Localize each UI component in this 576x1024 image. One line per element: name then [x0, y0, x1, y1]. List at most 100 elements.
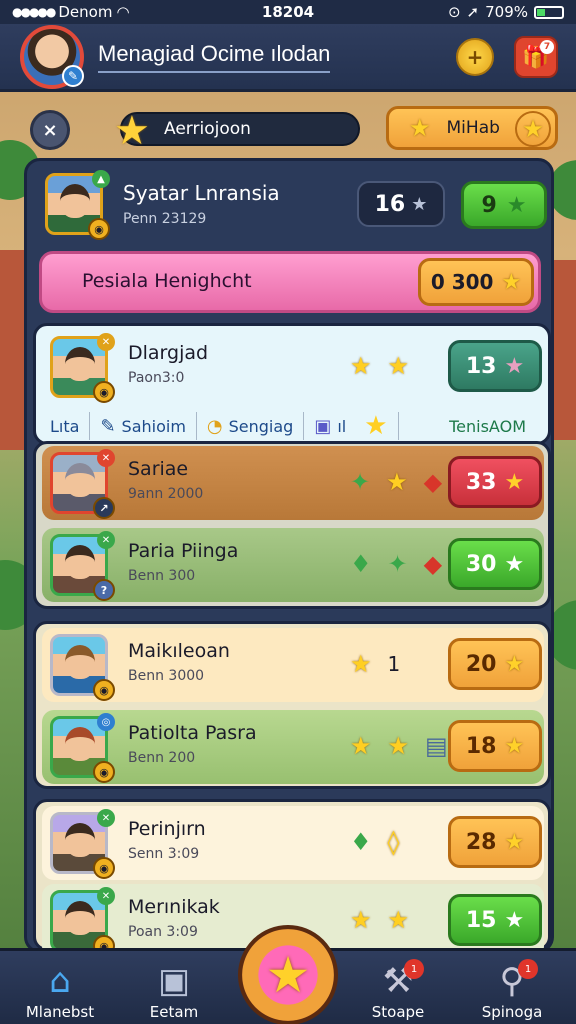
- row-score-value: 28: [465, 829, 497, 855]
- row-score-value: 33: [465, 469, 497, 495]
- row-icons: ♦ ✦ ◆: [350, 550, 442, 578]
- tab-sengiag[interactable]: ◔ Sengiag: [197, 412, 305, 440]
- nav-home[interactable]: ⌂ Mlanebst: [10, 959, 110, 1021]
- nav-badge: 1: [518, 959, 538, 979]
- row-sub: 9ann 2000: [128, 486, 204, 502]
- star-icon: ★: [409, 114, 431, 142]
- row-sub: Benn 300: [128, 568, 196, 584]
- tab-label: TenisAOM: [449, 416, 526, 436]
- home-icon: ⌂: [49, 961, 71, 1001]
- star-icon: ★: [504, 469, 525, 495]
- banner-reward-value: 0 300: [430, 270, 494, 294]
- row-icons: ✦ ★ ◆: [350, 468, 442, 496]
- status-bar: ●●●●● Denom ◠ 18204 ⊙ ➚ 709%: [0, 0, 576, 24]
- tab-sahioim[interactable]: ✎ Sahioim: [90, 412, 197, 440]
- tab-label: ıl: [337, 416, 347, 436]
- list-item[interactable]: ◎ ◉ Patiolta Pasra Benn 200 ★ ★ ▤ 18 ★: [42, 710, 544, 784]
- nav-search[interactable]: ⚲ 1 Spinoga: [462, 959, 562, 1021]
- center-star-button[interactable]: ★: [238, 925, 338, 1024]
- tab-lita[interactable]: Lıta: [40, 412, 91, 440]
- tab-bag[interactable]: ▣ ıl ★: [304, 411, 399, 441]
- row-score-value: 18: [465, 733, 497, 759]
- nav-badge: 1: [404, 959, 424, 979]
- row-score-button[interactable]: 18 ★: [448, 720, 542, 772]
- card-icon: ▣: [157, 961, 191, 1001]
- row-level-icon: ✕: [97, 887, 115, 905]
- tab-label: Sahioim: [121, 416, 186, 436]
- row-avatar: ◉: [50, 634, 115, 701]
- star-icon: ★: [504, 907, 525, 933]
- player-score-button[interactable]: 9 ★: [461, 181, 547, 229]
- nav-label: Mlanebst: [25, 1003, 95, 1021]
- row-score-button[interactable]: 30 ★: [448, 538, 542, 590]
- row-name: Merınikak: [128, 896, 220, 918]
- gift-button[interactable]: 🎁 7: [514, 36, 558, 78]
- player-count: 16 ★: [357, 181, 445, 227]
- search-icon: ⚲: [499, 961, 525, 1001]
- star-circle-icon: ★: [515, 111, 551, 147]
- profile-avatar[interactable]: ✎: [20, 24, 84, 89]
- mihab-button[interactable]: ★ MiHab ★: [386, 106, 558, 150]
- leaderboard-panel: ▲ ◉ Syatar Lnransia Penn 23129 16 ★ 9 ★ …: [24, 158, 554, 958]
- row-level-icon: ✕: [97, 449, 115, 467]
- star-icon: ★: [504, 733, 525, 759]
- row-avatar: ✕ ↗: [50, 449, 115, 519]
- nav-store[interactable]: ⚒ 1 Stoape: [348, 959, 448, 1021]
- row-score-button[interactable]: 15 ★: [448, 894, 542, 946]
- star-icon: ★: [501, 269, 522, 295]
- row-avatar: ✕ ◉: [50, 809, 115, 879]
- row-name: Perinjırn: [128, 818, 206, 840]
- player-avatar: ▲ ◉: [45, 170, 110, 240]
- search-label: Aerriojoon: [164, 119, 251, 139]
- row-score-button[interactable]: 20 ★: [448, 638, 542, 690]
- player-count-value: 16: [374, 191, 406, 217]
- row-name: Maikıleoan: [128, 640, 230, 662]
- row-icons: ★ ★: [350, 906, 409, 934]
- star-icon: ★: [504, 551, 525, 577]
- banner-reward-button[interactable]: 0 300 ★: [418, 258, 534, 306]
- row-score-button[interactable]: 33 ★: [448, 456, 542, 508]
- row-score-button[interactable]: 13 ★: [448, 340, 542, 392]
- row-level-icon: ✕: [97, 809, 115, 827]
- row-avatar: ◎ ◉: [50, 713, 115, 783]
- row-name: Paria Piinga: [128, 540, 239, 562]
- gem-icon: ♦: [350, 550, 372, 578]
- feather-icon: ✎: [100, 415, 116, 437]
- player-card[interactable]: ▲ ◉ Syatar Lnransia Penn 23129 16 ★ 9 ★: [41, 167, 547, 247]
- row-name: Patiolta Pasra: [128, 722, 257, 744]
- player-name: Syatar Lnransia: [123, 181, 280, 205]
- gem-icon: ✦: [387, 550, 408, 578]
- player-sub: Penn 23129: [123, 211, 207, 227]
- controls-row: × ★ Aerriojoon ★ MiHab ★: [30, 104, 560, 154]
- row-score-button[interactable]: 28 ★: [448, 816, 542, 868]
- list-item[interactable]: ◉ Maikıleoan Benn 3000 ★ 1 20 ★: [42, 628, 544, 702]
- star-icon: ★: [364, 411, 388, 441]
- tab-teams[interactable]: TenisAOM: [439, 412, 546, 440]
- add-coins-button[interactable]: +: [456, 38, 494, 76]
- nav-label: Eetam: [149, 1003, 199, 1021]
- red-gem-icon: ◆: [423, 550, 443, 578]
- special-banner[interactable]: Pesiala Henighcht 0 300 ★: [39, 251, 541, 313]
- star-icon: ★: [350, 352, 372, 380]
- mihab-label: MiHab: [446, 118, 500, 138]
- row-score-value: 30: [465, 551, 497, 577]
- nav-cards[interactable]: ▣ Eetam: [124, 959, 224, 1021]
- star-icon: ★: [114, 108, 150, 154]
- bottom-nav: ⌂ Mlanebst ▣ Eetam ★ ⚒ 1 Stoape ⚲ 1 Spin…: [0, 925, 576, 1024]
- close-button[interactable]: ×: [30, 110, 70, 150]
- row-score-value: 15: [465, 907, 497, 933]
- row-rank-icon: ↗: [93, 497, 115, 519]
- row-icons: ★ ★: [350, 352, 409, 380]
- coin-stack-icon: ▤: [425, 732, 448, 760]
- list-item[interactable]: ✕ ↗ Sariae 9ann 2000 ✦ ★ ◆ 33 ★: [42, 446, 544, 520]
- list-item[interactable]: ✕ ◉ Dlargjad Paon3:0 ★ ★ 13 ★: [42, 330, 544, 404]
- star-icon: ★: [504, 353, 525, 379]
- search-pill[interactable]: ★ Aerriojoon: [114, 108, 360, 154]
- list-item[interactable]: ✕ ◉ Perinjırn Senn 3:09 ♦ ◊ 28 ★: [42, 806, 544, 880]
- row-icons: ★ 1: [350, 650, 400, 678]
- star-icon: ★: [387, 352, 410, 380]
- list-item[interactable]: ✕ ? Paria Piinga Benn 300 ♦ ✦ ◆ 30 ★: [42, 528, 544, 602]
- star-icon: ★: [387, 732, 410, 760]
- hammer-icon: ⚒: [382, 961, 414, 1001]
- profile-badge-icon: ✎: [62, 64, 84, 87]
